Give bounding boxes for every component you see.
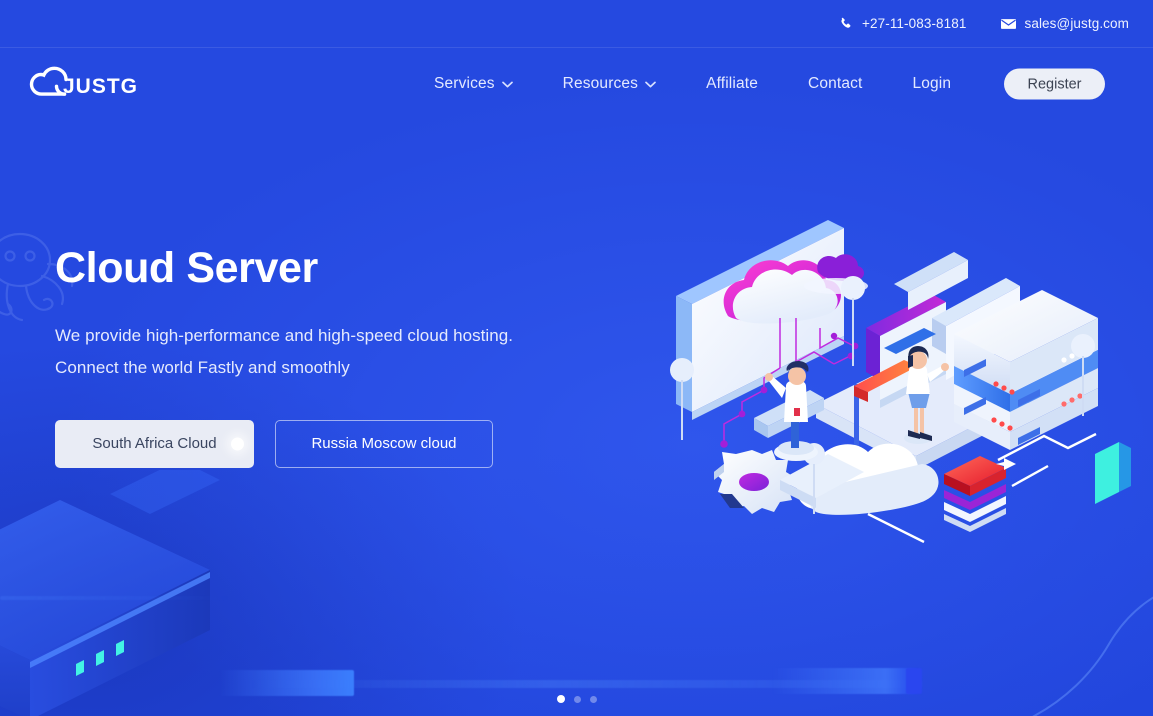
hero-subtitle-line-1: We provide high-performance and high-spe…	[55, 326, 514, 346]
light-streak	[218, 670, 354, 696]
register-button[interactable]: Register	[1004, 68, 1105, 100]
hero-page: +27-11-083-8181 sales@justg.com JUSTG Se…	[0, 0, 1153, 716]
main-navigation: JUSTG Services Resources Affiliate Conta…	[0, 48, 1153, 120]
isometric-cloud-computing-illustration	[670, 220, 1098, 543]
nav-label: Services	[434, 75, 495, 92]
cloud-logo-icon: JUSTG	[29, 66, 138, 98]
nav-item-contact[interactable]: Contact	[808, 75, 862, 93]
cta-primary-label: South Africa Cloud	[92, 435, 217, 453]
south-africa-cloud-button[interactable]: South Africa Cloud	[55, 419, 254, 468]
glow-dot-icon	[231, 437, 244, 451]
light-streak	[250, 680, 922, 688]
nav-label: Contact	[807, 75, 863, 92]
hero-content: Cloud Server We provide high-performance…	[55, 244, 513, 468]
svg-text:JUSTG: JUSTG	[63, 75, 138, 98]
hero-subtitle: We provide high-performance and high-spe…	[55, 320, 513, 384]
chevron-down-icon	[645, 81, 656, 87]
nav-item-login[interactable]: Login	[912, 75, 951, 93]
light-streak	[772, 668, 918, 694]
hero-subtitle-line-2: Connect the world Fastly and smoothly	[55, 357, 350, 377]
carousel-dot-1[interactable]	[556, 695, 565, 703]
russia-moscow-cloud-button[interactable]: Russia Moscow cloud	[275, 419, 493, 468]
nav-item-affiliate[interactable]: Affiliate	[706, 75, 758, 93]
nav-label: Affiliate	[706, 75, 758, 92]
isometric-server-decoration	[0, 470, 220, 716]
nav-menu: Services Resources Affiliate Contact Log…	[434, 75, 951, 93]
email-address: sales@justg.com	[1024, 16, 1129, 31]
carousel-dots	[556, 695, 597, 703]
nav-label: Resources	[562, 75, 639, 92]
nav-item-services[interactable]: Services	[434, 75, 513, 93]
phone-number: +27-11-083-8181	[862, 16, 967, 31]
light-streak	[0, 596, 230, 600]
envelope-icon	[1000, 18, 1016, 29]
top-contact-bar: +27-11-083-8181 sales@justg.com	[0, 0, 1153, 48]
carousel-dot-3[interactable]	[589, 695, 597, 703]
phone-icon	[841, 17, 851, 28]
nav-item-resources[interactable]: Resources	[563, 75, 656, 93]
carousel-dot-2[interactable]	[573, 695, 581, 703]
light-streak	[906, 668, 922, 694]
phone-contact[interactable]: +27-11-083-8181	[839, 16, 966, 31]
chevron-down-icon	[501, 81, 513, 87]
page-title: Cloud Server	[55, 244, 318, 292]
cta-row: South Africa Cloud Russia Moscow cloud	[55, 419, 513, 468]
hero-illustration	[668, 208, 1113, 543]
arc-line-decoration	[1031, 596, 1153, 716]
site-logo[interactable]: JUSTG	[22, 62, 140, 106]
email-contact[interactable]: sales@justg.com	[1000, 16, 1130, 31]
nav-label: Login	[912, 75, 952, 92]
